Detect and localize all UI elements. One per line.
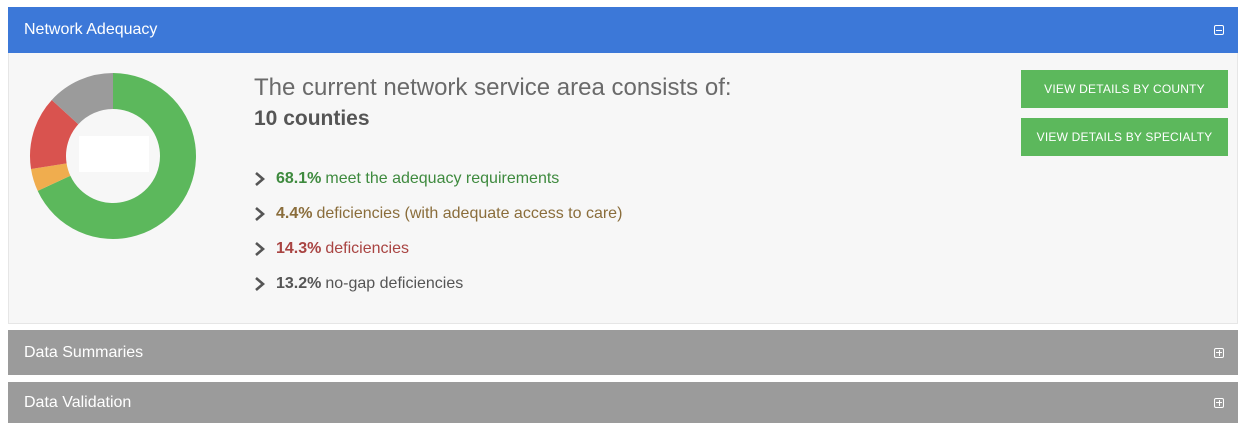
stat-text: deficiencies (with adequate access to ca… <box>316 204 623 222</box>
stat-percent: 4.4% <box>276 204 313 222</box>
collapse-icon[interactable] <box>1214 25 1224 35</box>
summary-intro: The current network service area consist… <box>254 74 732 101</box>
data-summaries-header[interactable]: Data Summaries <box>8 330 1238 375</box>
donut-center-label <box>79 136 149 172</box>
chevron-right-icon <box>254 276 270 291</box>
donut-chart <box>29 72 197 240</box>
stat-item-meet[interactable]: 68.1% meet the adequacy requirements <box>254 161 732 196</box>
chevron-right-icon <box>254 171 270 186</box>
chevron-right-icon <box>254 241 270 256</box>
data-validation-header[interactable]: Data Validation <box>8 382 1238 423</box>
stat-percent: 13.2% <box>276 274 322 292</box>
stat-text: no-gap deficiencies <box>325 274 464 292</box>
chevron-right-icon <box>254 206 270 221</box>
summary-section: The current network service area consist… <box>254 73 732 301</box>
data-validation-title: Data Validation <box>24 393 132 411</box>
stat-item-no-gap[interactable]: 13.2% no-gap deficiencies <box>254 266 732 301</box>
data-summaries-title: Data Summaries <box>24 343 144 361</box>
network-adequacy-title: Network Adequacy <box>24 21 158 38</box>
stats-list: 68.1% meet the adequacy requirements 4.4… <box>254 161 732 301</box>
expand-icon[interactable] <box>1214 397 1224 408</box>
expand-icon[interactable] <box>1214 347 1224 358</box>
stat-percent: 14.3% <box>276 239 322 257</box>
stat-item-deficiencies[interactable]: 14.3% deficiencies <box>254 231 732 266</box>
stat-text: deficiencies <box>325 239 409 257</box>
county-count: 10 counties <box>254 107 370 130</box>
stat-percent: 68.1% <box>276 169 322 187</box>
view-by-specialty-button[interactable]: VIEW DETAILS BY SPECIALTY <box>1021 118 1228 156</box>
network-adequacy-body: The current network service area consist… <box>8 53 1238 324</box>
stat-item-adequate-access[interactable]: 4.4% deficiencies (with adequate access … <box>254 196 732 231</box>
view-by-county-button[interactable]: VIEW DETAILS BY COUNTY <box>1021 70 1228 108</box>
stat-text: meet the adequacy requirements <box>325 169 560 187</box>
network-adequacy-header[interactable]: Network Adequacy <box>8 7 1238 53</box>
